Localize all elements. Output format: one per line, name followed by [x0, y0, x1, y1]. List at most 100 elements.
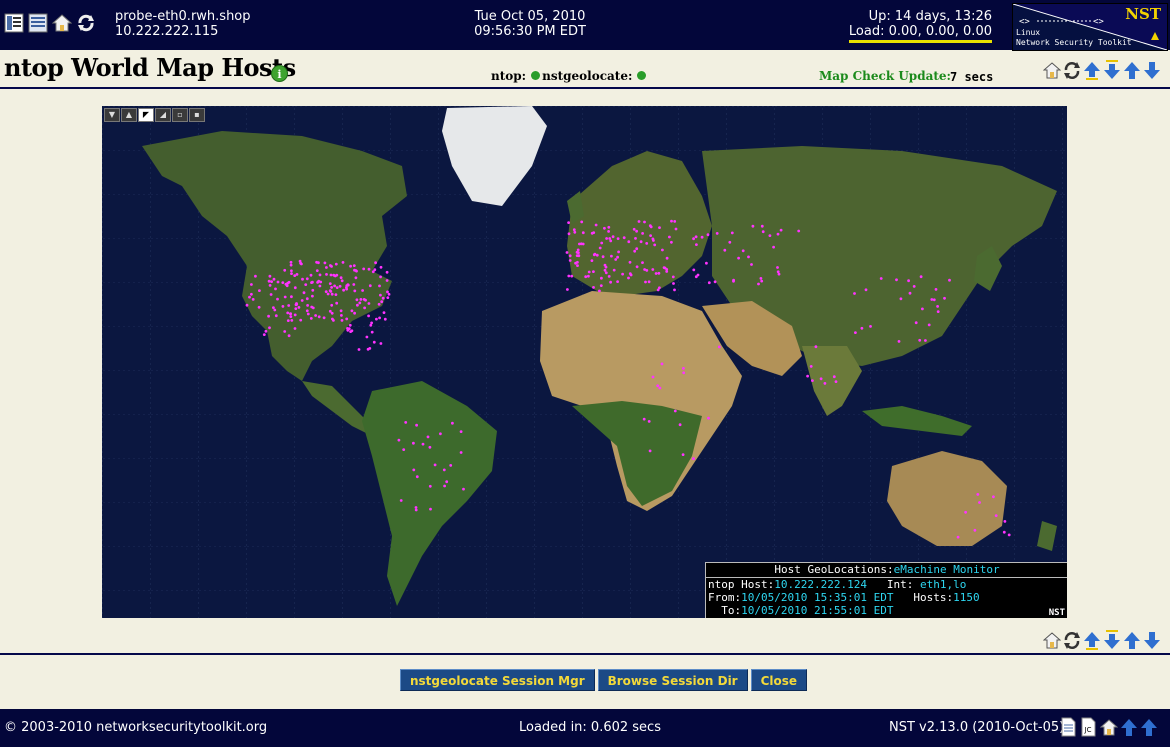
host-location-dot [330, 292, 334, 296]
host-location-dot [819, 377, 823, 381]
document-icon[interactable] [1060, 717, 1076, 737]
host-location-dot [428, 445, 432, 449]
host-location-dot [832, 375, 836, 379]
host-location-dot [622, 236, 626, 240]
host-location-dot [572, 228, 576, 232]
host-location-dot [707, 416, 710, 420]
ntop-host-value: 10.222.222.124 [774, 578, 867, 591]
host-location-dot [956, 535, 960, 539]
host-location-dot [412, 468, 416, 472]
arrow-up-icon[interactable] [1123, 630, 1141, 650]
browse-session-dir-button[interactable]: Browse Session Dir [597, 669, 748, 691]
host-location-dot [293, 313, 297, 317]
host-location-dot [670, 219, 673, 223]
footer-icons: JC [1060, 717, 1157, 737]
page-down-icon[interactable] [1103, 60, 1121, 80]
arrow-up-icon[interactable] [1120, 717, 1137, 737]
host-location-dot [276, 280, 280, 284]
host-location-dot [575, 250, 579, 254]
host-location-dot [919, 275, 923, 279]
host-location-dot [776, 266, 779, 269]
page-down-icon[interactable] [1103, 630, 1121, 650]
host-location-dot [692, 457, 695, 461]
host-location-dot [635, 265, 639, 269]
host-location-dot [254, 274, 257, 278]
host-location-dot [328, 282, 332, 285]
host-location-dot [286, 319, 290, 322]
nst-logo-brand: NST [1125, 5, 1161, 23]
geo-panel-header: Host GeoLocations:eMachine Monitor [706, 563, 1067, 578]
copyright[interactable]: © 2003-2010 networksecuritytoolkit.org [4, 720, 267, 735]
host-location-dot [579, 242, 583, 246]
host-location-dot [566, 288, 569, 291]
arrow-up-icon[interactable] [1123, 60, 1141, 80]
host-location-dot [317, 315, 321, 319]
world-map[interactable]: ▼ ▲ ◤ ◢ ▫ ▪ Host GeoLocations:eMachine M… [102, 106, 1067, 618]
select-tool[interactable]: ◤ [138, 108, 154, 122]
host-location-dot [934, 288, 938, 291]
home-icon[interactable] [1099, 717, 1119, 737]
list-icon[interactable] [28, 13, 48, 33]
host-location-dot [287, 334, 291, 338]
arrow-up-alt-icon[interactable] [1140, 717, 1157, 737]
host-location-dot [705, 261, 708, 265]
refresh-icon[interactable] [76, 13, 96, 33]
host-location-dot [641, 232, 644, 235]
host-location-dot [293, 327, 297, 330]
home-icon[interactable] [51, 13, 73, 33]
interface-value: eth1,lo [919, 578, 967, 591]
arrow-down-icon[interactable] [1143, 630, 1161, 650]
host-location-dot [643, 220, 646, 224]
home-icon[interactable] [1042, 630, 1062, 650]
host-location-dot [592, 231, 596, 234]
page-up-icon[interactable] [1083, 60, 1101, 80]
map-toolbar: ▼ ▲ ◤ ◢ ▫ ▪ [104, 108, 205, 122]
home-icon[interactable] [1042, 60, 1062, 80]
arrow-down-icon[interactable] [1143, 60, 1161, 80]
host-location-dot [651, 268, 655, 271]
host-location-dot [323, 261, 327, 265]
page-up-icon[interactable] [1083, 630, 1101, 650]
fit-tool[interactable]: ▪ [189, 108, 205, 122]
host-location-dot [608, 237, 612, 240]
frame-tool[interactable]: ▫ [172, 108, 188, 122]
host-location-dot [345, 287, 348, 291]
zoom-in-tool[interactable]: ▲ [121, 108, 137, 122]
refresh-icon[interactable] [1063, 60, 1081, 80]
host-location-dot [326, 292, 330, 296]
host-location-dot [372, 340, 376, 344]
host-location-dot [662, 266, 666, 269]
host-location-dot [706, 233, 710, 237]
world-map-canvas[interactable] [102, 106, 1067, 618]
geo-panel-monitor-name: eMachine Monitor [893, 563, 1000, 576]
host-location-dot [633, 249, 637, 253]
host-location-dot [289, 315, 293, 318]
close-button[interactable]: Close [750, 669, 808, 691]
session-manager-button[interactable]: nstgeolocate Session Mgr [400, 669, 595, 691]
menu-icon[interactable] [4, 13, 24, 33]
ntop-status-label: ntop: [491, 69, 527, 83]
host-location-dot [809, 365, 813, 368]
host-location-dot [759, 277, 763, 280]
help-icon[interactable]: i [271, 65, 288, 82]
host-location-dot [930, 298, 934, 301]
jc-icon[interactable]: JC [1080, 717, 1096, 737]
host-location-dot [628, 272, 632, 275]
pan-tool[interactable]: ◢ [155, 108, 171, 122]
host-location-dot [274, 287, 277, 291]
host-location-dot [300, 299, 304, 302]
host-location-dot [692, 237, 695, 241]
host-location-dot [921, 307, 924, 311]
host-location-dot [352, 264, 356, 267]
nst-logo[interactable]: <> <> NST Linux Network Security Toolkit [1012, 3, 1168, 51]
zoom-out-tool[interactable]: ▼ [104, 108, 120, 122]
host-location-dot [311, 280, 314, 284]
host-location-dot [595, 253, 599, 257]
refresh-icon[interactable] [1063, 630, 1081, 650]
host-location-dot [362, 267, 366, 271]
host-location-dot [612, 268, 616, 272]
host-location-dot [354, 276, 358, 280]
host-location-dot [776, 232, 780, 236]
svg-text:JC: JC [1084, 726, 1092, 734]
host-location-dot [385, 279, 389, 282]
